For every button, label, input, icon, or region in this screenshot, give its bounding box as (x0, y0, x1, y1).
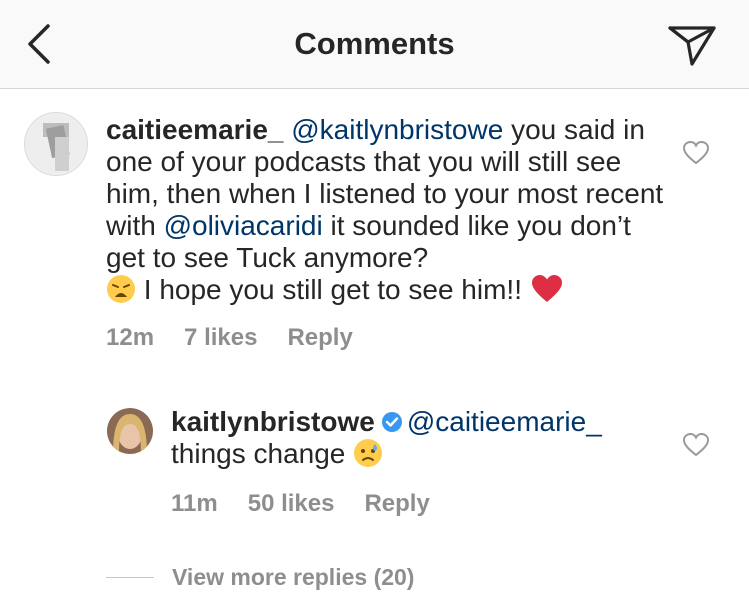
weary-face-emoji (107, 275, 135, 303)
top-bar: Comments (0, 0, 749, 89)
avatar-image (107, 408, 153, 454)
comment-username[interactable]: kaitlynbristowe (171, 406, 375, 437)
comment-body: caitieemarie_ @kaitlynbristowe you said … (106, 114, 666, 306)
comment-likes[interactable]: 7 likes (184, 324, 257, 352)
comment-meta: 11m 50 likes Reply (171, 490, 460, 518)
verified-badge-icon (381, 412, 402, 432)
comment-mention[interactable]: @kaitlynbristowe (283, 114, 503, 145)
comment-mention-2[interactable]: @oliviacaridi (164, 210, 323, 241)
like-button[interactable] (682, 432, 710, 458)
reply-body: kaitlynbristowe @caitieemarie_ things ch… (171, 406, 651, 470)
share-button[interactable] (664, 18, 720, 70)
page-title: Comments (294, 26, 455, 61)
heart-outline-icon (682, 140, 710, 165)
view-more-replies[interactable]: View more replies (20) (106, 562, 414, 592)
avatar[interactable] (24, 112, 88, 176)
reply-button[interactable]: Reply (364, 490, 429, 518)
like-button[interactable] (682, 140, 710, 166)
heart-outline-icon (682, 432, 710, 457)
reply-button[interactable]: Reply (287, 324, 352, 352)
comment-text-part-3: I hope you still get to see him!! (136, 274, 530, 305)
avatar[interactable] (107, 408, 153, 454)
comment-time: 12m (106, 324, 155, 351)
red-heart-emoji (531, 275, 562, 302)
comment-likes[interactable]: 50 likes (248, 490, 335, 518)
avatar-image (25, 113, 87, 175)
view-more-replies-label[interactable]: View more replies (20) (172, 564, 414, 591)
comment-text-part: things change (171, 438, 354, 469)
comment-time: 11m (171, 490, 218, 517)
paper-plane-icon (668, 26, 716, 66)
comment-meta: 12m 7 likes Reply (106, 324, 383, 352)
comment-username[interactable]: caitieemarie_ (106, 114, 283, 145)
sad-relieved-face-emoji (354, 439, 383, 467)
divider (106, 576, 154, 578)
comment-mention[interactable]: @caitieemarie_ (407, 406, 602, 437)
